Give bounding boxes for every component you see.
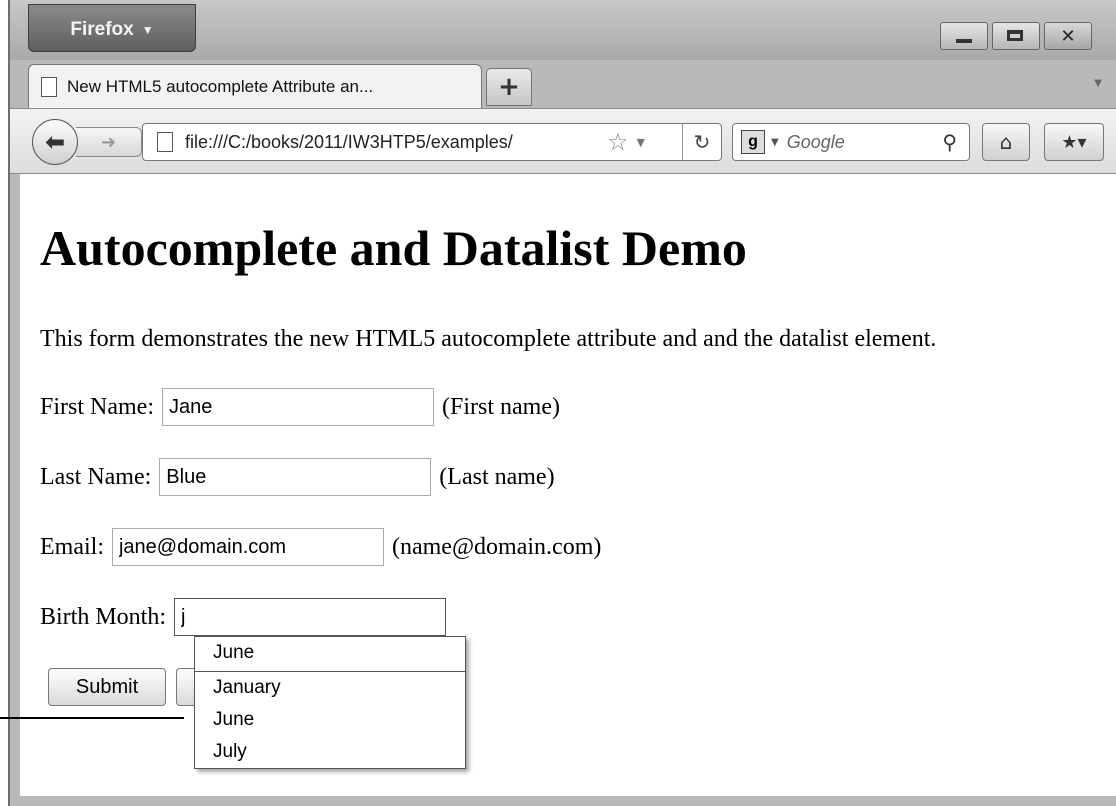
- tab-active[interactable]: New HTML5 autocomplete Attribute an...: [28, 64, 482, 108]
- birth-month-input[interactable]: [174, 598, 447, 636]
- last-name-input[interactable]: [159, 458, 432, 496]
- window-controls: ✕: [936, 22, 1092, 52]
- page-icon: [157, 132, 173, 152]
- firefox-menu-label: Firefox: [70, 19, 134, 40]
- search-placeholder: Google: [786, 131, 845, 152]
- email-label: Email:: [40, 533, 104, 560]
- back-arrow-icon: ⬅: [44, 128, 66, 156]
- page-icon: [41, 76, 57, 97]
- submit-label: Submit: [75, 675, 139, 698]
- browser-window: Firefox ▼ ✕ New HTML5 autocomplete Attri…: [8, 0, 1116, 806]
- url-bar[interactable]: file:///C:/books/2011/IW3HTP5/examples/ …: [142, 123, 722, 161]
- first-name-label: First Name:: [40, 393, 154, 420]
- firefox-menu-button[interactable]: Firefox ▼: [28, 4, 196, 52]
- email-row: Email: (name@domain.com): [40, 528, 601, 566]
- forward-button[interactable]: ➜: [76, 127, 142, 157]
- navigation-toolbar: ➜ ⬅ file:///C:/books/2011/IW3HTP5/exampl…: [10, 108, 1116, 174]
- first-name-hint: (First name): [442, 393, 560, 420]
- reload-icon: ↻: [693, 130, 711, 154]
- reload-button[interactable]: ↻: [682, 124, 721, 160]
- chevron-down-icon[interactable]: ▼: [771, 137, 779, 148]
- chevron-down-icon: ▼: [141, 23, 154, 37]
- autocomplete-dropdown: June January June July: [194, 636, 466, 769]
- search-bar[interactable]: g ▼ Google ⚲: [732, 123, 970, 161]
- url-text: file:///C:/books/2011/IW3HTP5/examples/: [185, 131, 513, 152]
- datalist-option-january[interactable]: January: [195, 672, 465, 704]
- bookmarks-icon: ★▾: [1061, 131, 1087, 153]
- callout-leader-line: [0, 717, 184, 719]
- star-icon[interactable]: ☆: [607, 128, 629, 156]
- plus-icon: +: [498, 72, 520, 102]
- page-title: Autocomplete and Datalist Demo: [40, 220, 747, 276]
- birth-month-row: Birth Month:: [40, 598, 454, 636]
- forward-arrow-icon: ➜: [100, 131, 117, 153]
- close-button[interactable]: ✕: [1044, 22, 1092, 50]
- back-forward-group: ➜ ⬅: [32, 119, 142, 165]
- datalist-option-july[interactable]: July: [195, 736, 465, 768]
- back-button[interactable]: ⬅: [32, 119, 78, 165]
- email-hint: (name@domain.com): [391, 533, 602, 560]
- search-engine-icon[interactable]: g: [741, 130, 765, 154]
- title-bar: Firefox ▼ ✕: [10, 0, 1116, 60]
- last-name-label: Last Name:: [40, 463, 152, 490]
- tab-list-icon[interactable]: ▼: [1094, 78, 1102, 89]
- history-suggestion[interactable]: June: [195, 637, 465, 672]
- chevron-down-icon[interactable]: ▼: [637, 136, 645, 149]
- intro-text: This form demonstrates the new HTML5 aut…: [40, 326, 937, 352]
- last-name-hint: (Last name): [439, 463, 555, 490]
- tab-bar: New HTML5 autocomplete Attribute an... +…: [10, 60, 1116, 108]
- first-name-row: First Name: (First name): [40, 388, 560, 426]
- close-icon: ✕: [1060, 25, 1076, 47]
- home-icon: ⌂: [999, 130, 1013, 154]
- last-name-row: Last Name: (Last name): [40, 458, 555, 496]
- first-name-input[interactable]: [162, 388, 434, 426]
- new-tab-button[interactable]: +: [486, 68, 532, 106]
- submit-button[interactable]: Submit: [48, 668, 166, 706]
- home-button[interactable]: ⌂: [982, 123, 1030, 161]
- minimize-button[interactable]: [940, 22, 988, 50]
- birth-month-label: Birth Month:: [40, 603, 167, 630]
- magnifier-icon[interactable]: ⚲: [942, 130, 957, 154]
- email-input[interactable]: [111, 528, 384, 566]
- maximize-button[interactable]: [992, 22, 1040, 50]
- page-content: Autocomplete and Datalist Demo This form…: [20, 174, 1116, 796]
- bookmarks-button[interactable]: ★▾: [1044, 123, 1104, 161]
- tab-title: New HTML5 autocomplete Attribute an...: [67, 76, 374, 96]
- datalist-option-june[interactable]: June: [195, 704, 465, 736]
